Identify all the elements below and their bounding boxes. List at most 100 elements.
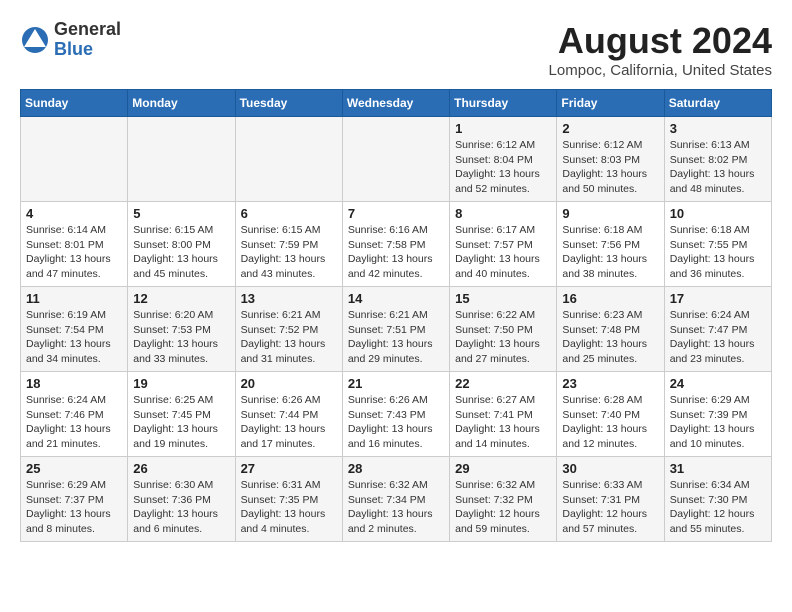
- day-info: Sunrise: 6:18 AM Sunset: 7:56 PM Dayligh…: [562, 223, 658, 282]
- calendar-cell: 20 Sunrise: 6:26 AM Sunset: 7:44 PM Dayli…: [235, 372, 342, 457]
- day-info: Sunrise: 6:27 AM Sunset: 7:41 PM Dayligh…: [455, 393, 551, 452]
- calendar-cell: [21, 117, 128, 202]
- day-info: Sunrise: 6:32 AM Sunset: 7:32 PM Dayligh…: [455, 478, 551, 537]
- weekday-header-thursday: Thursday: [450, 90, 557, 117]
- day-number: 21: [348, 376, 444, 391]
- day-info: Sunrise: 6:29 AM Sunset: 7:39 PM Dayligh…: [670, 393, 766, 452]
- title-block: August 2024 Lompoc, California, United S…: [549, 20, 772, 79]
- calendar-cell: 6 Sunrise: 6:15 AM Sunset: 7:59 PM Daylig…: [235, 202, 342, 287]
- day-info: Sunrise: 6:30 AM Sunset: 7:36 PM Dayligh…: [133, 478, 229, 537]
- calendar-cell: 5Sunrise: 6:15 AM Sunset: 8:00 PM Daylig…: [128, 202, 235, 287]
- day-info: Sunrise: 6:24 AM Sunset: 7:47 PM Dayligh…: [670, 308, 766, 367]
- weekday-header-tuesday: Tuesday: [235, 90, 342, 117]
- day-number: 29: [455, 461, 551, 476]
- day-number: 14: [348, 291, 444, 306]
- location: Lompoc, California, United States: [549, 62, 772, 79]
- calendar-cell: 22 Sunrise: 6:27 AM Sunset: 7:41 PM Dayli…: [450, 372, 557, 457]
- day-info: Sunrise: 6:31 AM Sunset: 7:35 PM Dayligh…: [241, 478, 337, 537]
- calendar-cell: 16Sunrise: 6:23 AM Sunset: 7:48 PM Dayli…: [557, 287, 664, 372]
- day-number: 5: [133, 206, 229, 221]
- day-info: Sunrise: 6:18 AM Sunset: 7:55 PM Dayligh…: [670, 223, 766, 282]
- logo: General Blue: [20, 20, 121, 60]
- calendar-cell: 17 Sunrise: 6:24 AM Sunset: 7:47 PM Dayli…: [664, 287, 771, 372]
- day-info: Sunrise: 6:33 AM Sunset: 7:31 PM Dayligh…: [562, 478, 658, 537]
- day-info: Sunrise: 6:26 AM Sunset: 7:44 PM Dayligh…: [241, 393, 337, 452]
- day-number: 6: [241, 206, 337, 221]
- calendar-cell: 1Sunrise: 6:12 AM Sunset: 8:04 PM Daylig…: [450, 117, 557, 202]
- day-number: 11: [26, 291, 122, 306]
- calendar: SundayMondayTuesdayWednesdayThursdayFrid…: [20, 89, 772, 542]
- day-number: 8: [455, 206, 551, 221]
- logo-blue: Blue: [54, 40, 121, 60]
- weekday-header-wednesday: Wednesday: [342, 90, 449, 117]
- day-info: Sunrise: 6:29 AM Sunset: 7:37 PM Dayligh…: [26, 478, 122, 537]
- calendar-week-5: 25 Sunrise: 6:29 AM Sunset: 7:37 PM Dayli…: [21, 457, 772, 542]
- day-number: 13: [241, 291, 337, 306]
- calendar-cell: 25 Sunrise: 6:29 AM Sunset: 7:37 PM Dayli…: [21, 457, 128, 542]
- calendar-cell: 19 Sunrise: 6:25 AM Sunset: 7:45 PM Dayli…: [128, 372, 235, 457]
- calendar-cell: 30 Sunrise: 6:33 AM Sunset: 7:31 PM Dayli…: [557, 457, 664, 542]
- calendar-week-4: 18 Sunrise: 6:24 AM Sunset: 7:46 PM Dayli…: [21, 372, 772, 457]
- calendar-cell: 4Sunrise: 6:14 AM Sunset: 8:01 PM Daylig…: [21, 202, 128, 287]
- day-number: 24: [670, 376, 766, 391]
- day-number: 25: [26, 461, 122, 476]
- weekday-row: SundayMondayTuesdayWednesdayThursdayFrid…: [21, 90, 772, 117]
- calendar-cell: 18 Sunrise: 6:24 AM Sunset: 7:46 PM Dayli…: [21, 372, 128, 457]
- calendar-cell: 14Sunrise: 6:21 AM Sunset: 7:51 PM Dayli…: [342, 287, 449, 372]
- calendar-cell: [235, 117, 342, 202]
- day-info: Sunrise: 6:34 AM Sunset: 7:30 PM Dayligh…: [670, 478, 766, 537]
- weekday-header-monday: Monday: [128, 90, 235, 117]
- day-number: 23: [562, 376, 658, 391]
- day-info: Sunrise: 6:24 AM Sunset: 7:46 PM Dayligh…: [26, 393, 122, 452]
- calendar-cell: [128, 117, 235, 202]
- calendar-header: SundayMondayTuesdayWednesdayThursdayFrid…: [21, 90, 772, 117]
- day-number: 27: [241, 461, 337, 476]
- calendar-cell: 29 Sunrise: 6:32 AM Sunset: 7:32 PM Dayli…: [450, 457, 557, 542]
- weekday-header-sunday: Sunday: [21, 90, 128, 117]
- day-number: 10: [670, 206, 766, 221]
- calendar-cell: 7 Sunrise: 6:16 AM Sunset: 7:58 PM Daylig…: [342, 202, 449, 287]
- day-info: Sunrise: 6:32 AM Sunset: 7:34 PM Dayligh…: [348, 478, 444, 537]
- day-number: 26: [133, 461, 229, 476]
- calendar-week-2: 4Sunrise: 6:14 AM Sunset: 8:01 PM Daylig…: [21, 202, 772, 287]
- day-number: 30: [562, 461, 658, 476]
- calendar-cell: 2 Sunrise: 6:12 AM Sunset: 8:03 PM Daylig…: [557, 117, 664, 202]
- calendar-week-1: 1Sunrise: 6:12 AM Sunset: 8:04 PM Daylig…: [21, 117, 772, 202]
- day-number: 1: [455, 121, 551, 136]
- calendar-cell: 10 Sunrise: 6:18 AM Sunset: 7:55 PM Dayli…: [664, 202, 771, 287]
- day-number: 15: [455, 291, 551, 306]
- day-number: 9: [562, 206, 658, 221]
- day-number: 20: [241, 376, 337, 391]
- month-title: August 2024: [549, 20, 772, 62]
- calendar-cell: 31 Sunrise: 6:34 AM Sunset: 7:30 PM Dayli…: [664, 457, 771, 542]
- day-number: 2: [562, 121, 658, 136]
- calendar-cell: 8 Sunrise: 6:17 AM Sunset: 7:57 PM Daylig…: [450, 202, 557, 287]
- calendar-cell: 21Sunrise: 6:26 AM Sunset: 7:43 PM Dayli…: [342, 372, 449, 457]
- day-info: Sunrise: 6:23 AM Sunset: 7:48 PM Dayligh…: [562, 308, 658, 367]
- logo-text: General Blue: [54, 20, 121, 60]
- day-info: Sunrise: 6:22 AM Sunset: 7:50 PM Dayligh…: [455, 308, 551, 367]
- day-info: Sunrise: 6:16 AM Sunset: 7:58 PM Dayligh…: [348, 223, 444, 282]
- day-info: Sunrise: 6:17 AM Sunset: 7:57 PM Dayligh…: [455, 223, 551, 282]
- day-number: 19: [133, 376, 229, 391]
- day-info: Sunrise: 6:12 AM Sunset: 8:03 PM Dayligh…: [562, 138, 658, 197]
- calendar-cell: 23Sunrise: 6:28 AM Sunset: 7:40 PM Dayli…: [557, 372, 664, 457]
- day-number: 22: [455, 376, 551, 391]
- day-number: 18: [26, 376, 122, 391]
- day-number: 7: [348, 206, 444, 221]
- day-info: Sunrise: 6:14 AM Sunset: 8:01 PM Dayligh…: [26, 223, 122, 282]
- day-info: Sunrise: 6:19 AM Sunset: 7:54 PM Dayligh…: [26, 308, 122, 367]
- day-info: Sunrise: 6:20 AM Sunset: 7:53 PM Dayligh…: [133, 308, 229, 367]
- day-info: Sunrise: 6:13 AM Sunset: 8:02 PM Dayligh…: [670, 138, 766, 197]
- calendar-cell: [342, 117, 449, 202]
- calendar-cell: 15 Sunrise: 6:22 AM Sunset: 7:50 PM Dayli…: [450, 287, 557, 372]
- day-number: 31: [670, 461, 766, 476]
- weekday-header-saturday: Saturday: [664, 90, 771, 117]
- day-info: Sunrise: 6:25 AM Sunset: 7:45 PM Dayligh…: [133, 393, 229, 452]
- calendar-cell: 28Sunrise: 6:32 AM Sunset: 7:34 PM Dayli…: [342, 457, 449, 542]
- calendar-week-3: 11 Sunrise: 6:19 AM Sunset: 7:54 PM Dayli…: [21, 287, 772, 372]
- logo-icon: [20, 25, 50, 55]
- day-number: 17: [670, 291, 766, 306]
- day-number: 3: [670, 121, 766, 136]
- day-info: Sunrise: 6:15 AM Sunset: 7:59 PM Dayligh…: [241, 223, 337, 282]
